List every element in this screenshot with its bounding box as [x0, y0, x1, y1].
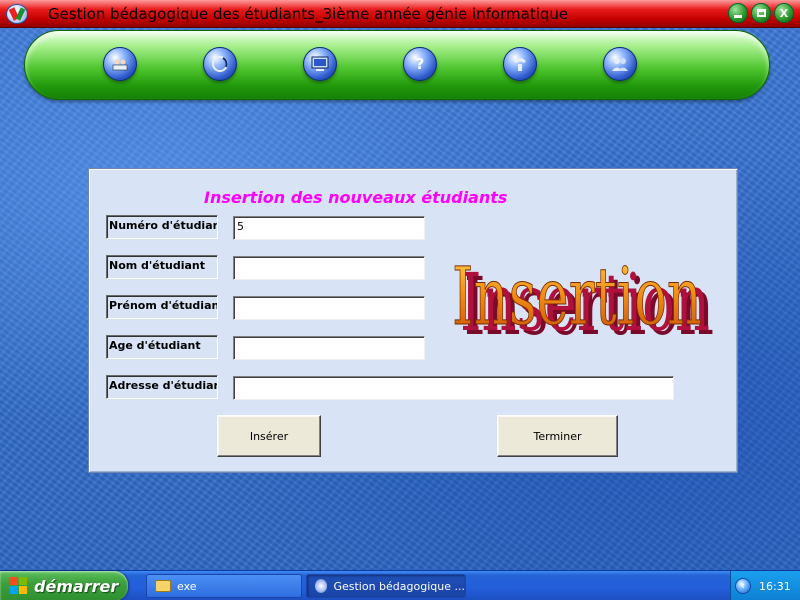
student-age-label: Age d'étudiant	[106, 335, 218, 359]
computer-icon[interactable]	[303, 47, 337, 81]
taskbar-item-gestion[interactable]: Gestion bédagogique ...	[306, 574, 466, 598]
taskbar-item-label: exe	[177, 579, 197, 593]
student-address-input[interactable]	[233, 376, 674, 400]
minimize-icon	[734, 14, 742, 18]
clock: 16:31	[759, 579, 791, 593]
student-number-input[interactable]: 5	[233, 216, 425, 240]
window-title: Gestion bédagogique des étudiants_3ième …	[48, 5, 569, 23]
system-tray: ‹ 16:31	[730, 571, 800, 600]
taskbar-item-label: Gestion bédagogique ...	[333, 579, 465, 593]
student-age-input[interactable]	[233, 336, 425, 360]
help-icon[interactable]: ?	[403, 47, 437, 81]
taskbar: démarrer exe Gestion bédagogique ... ‹ 1…	[0, 570, 800, 600]
windows-flag-icon	[10, 577, 28, 595]
finish-button[interactable]: Terminer	[497, 415, 618, 457]
users-icon[interactable]	[603, 47, 637, 81]
phone-icon[interactable]	[503, 47, 537, 81]
taskbar-item-exe[interactable]: exe	[146, 574, 302, 598]
app-icon[interactable]	[6, 4, 28, 24]
students-icon[interactable]	[103, 47, 137, 81]
maximize-button[interactable]	[751, 3, 771, 23]
svg-text:?: ?	[416, 55, 425, 73]
maximize-icon	[756, 9, 766, 17]
title-bar: Gestion bédagogique des étudiants_3ième …	[0, 0, 800, 28]
form-title: Insertion des nouveaux étudiants	[204, 188, 508, 207]
insert-button[interactable]: Insérer	[217, 415, 321, 457]
minimize-button[interactable]	[728, 3, 748, 23]
toolbar: ?	[24, 30, 770, 100]
app-icon	[315, 579, 328, 593]
start-label: démarrer	[34, 576, 119, 596]
start-button[interactable]: démarrer	[0, 571, 128, 600]
student-number-label: Numéro d'étudiant	[106, 215, 218, 239]
folder-icon	[155, 580, 171, 592]
close-button[interactable]: X	[774, 3, 794, 23]
student-firstname-label: Prénom d'étudiant	[106, 295, 218, 319]
student-lastname-input[interactable]	[233, 256, 425, 280]
search-icon[interactable]	[203, 47, 237, 81]
student-lastname-label: Nom d'étudiant	[106, 255, 218, 279]
student-firstname-input[interactable]	[233, 296, 425, 320]
insertion-wordart: Insertion Insertion Insertion	[452, 250, 715, 354]
tray-expand-icon[interactable]: ‹	[735, 578, 751, 594]
wordart-face: Insertion	[452, 250, 702, 343]
student-address-label: Adresse d'étudiant	[106, 375, 218, 399]
